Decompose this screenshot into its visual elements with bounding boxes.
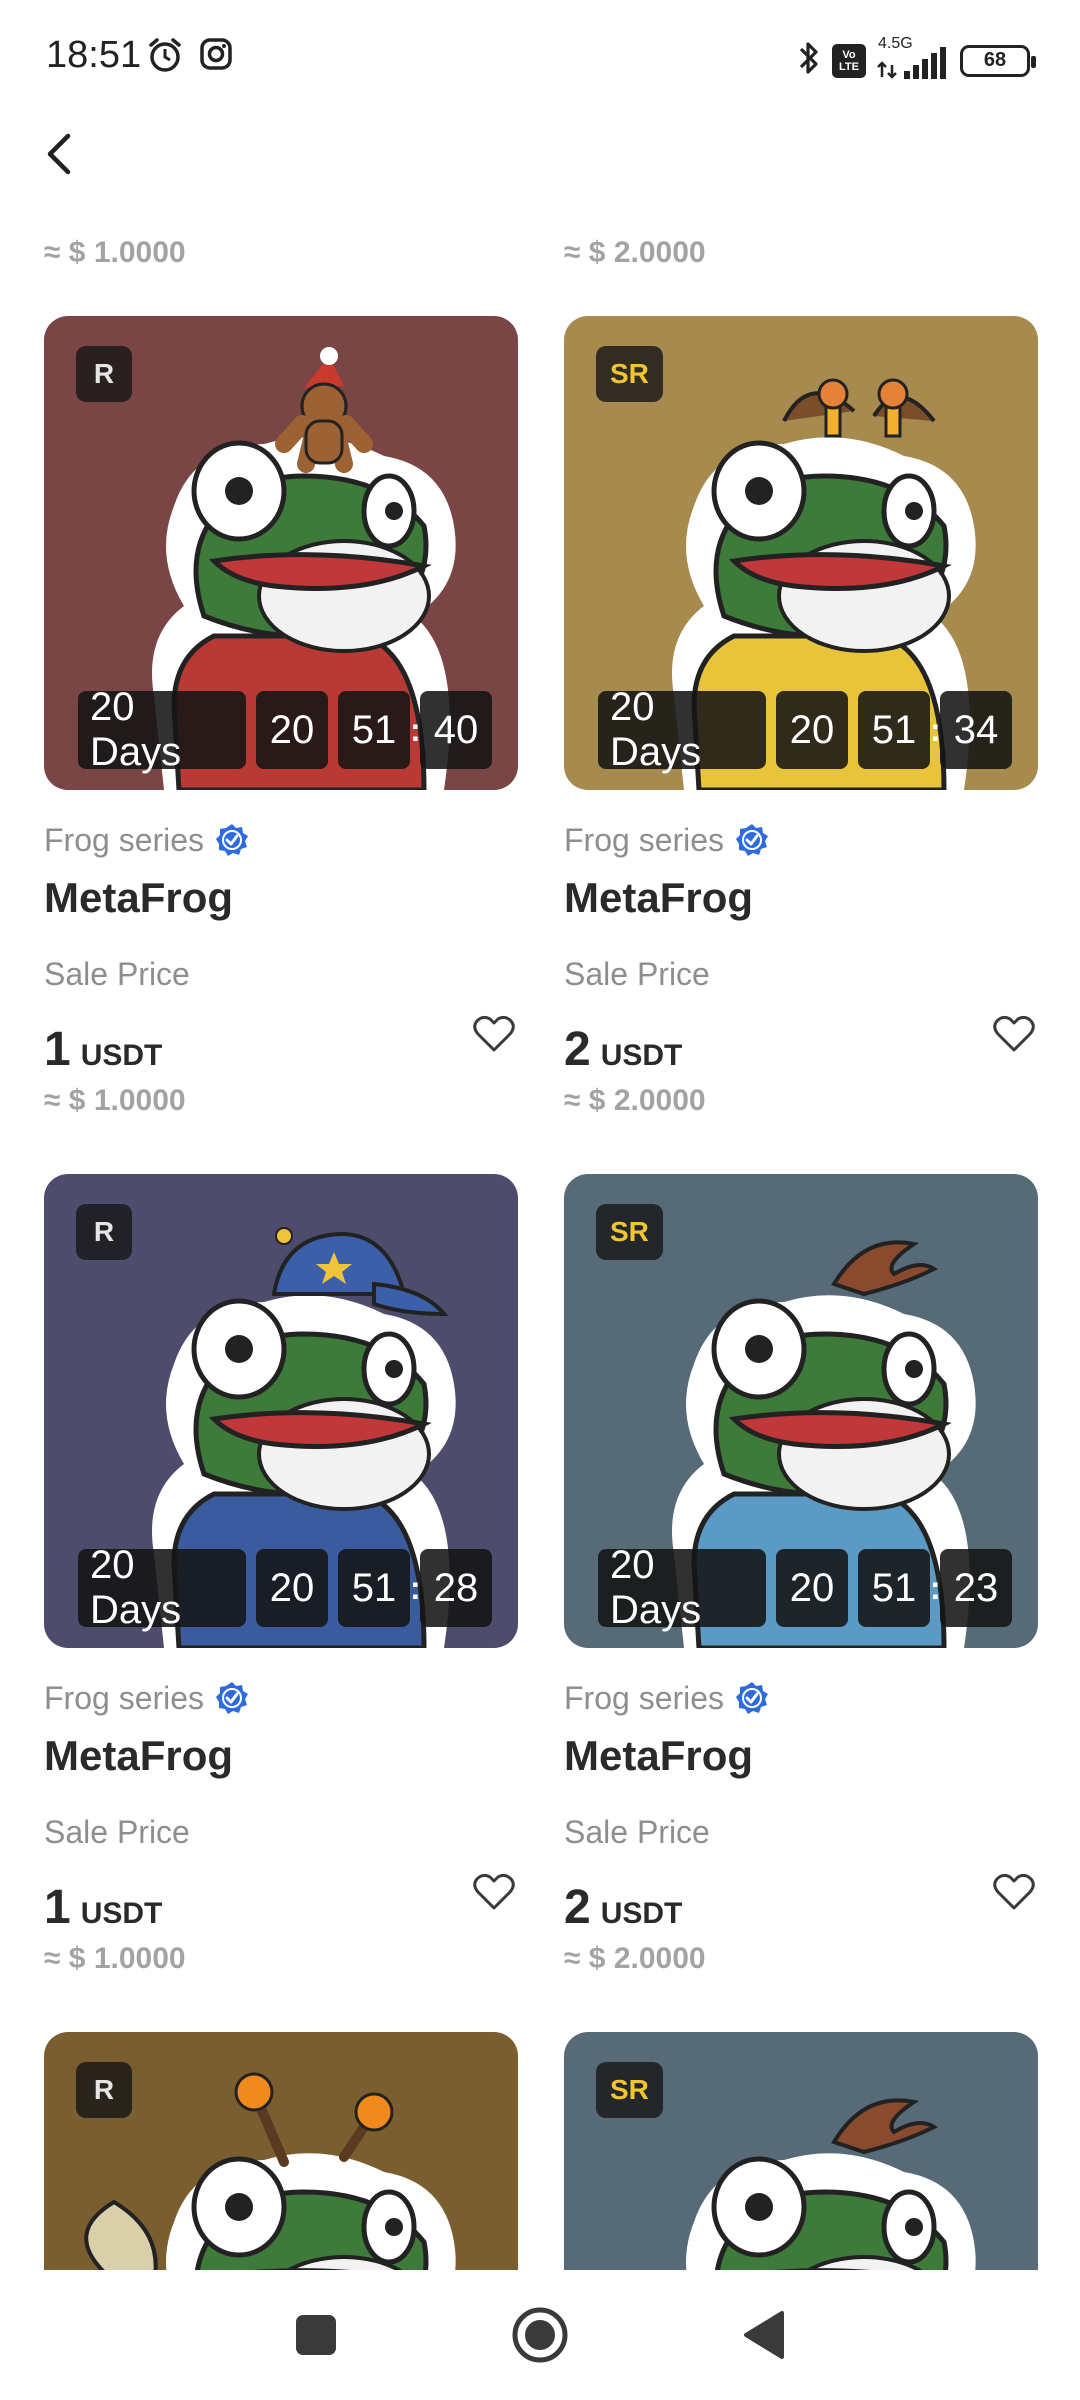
countdown-seconds: 23: [940, 1549, 1012, 1627]
series-label: Frog series: [564, 1679, 725, 1716]
usd-approx: ≈ $ 1.0000: [44, 1942, 186, 1975]
verified-badge-icon: [736, 824, 769, 856]
series-row: Frog series: [564, 820, 1038, 860]
product-card[interactable]: SR 20 Days 20 51 : 23 Frog series MetaFr…: [564, 1174, 1038, 1982]
triangle-back-icon: [744, 2311, 784, 2359]
series-label: Frog series: [44, 1679, 205, 1716]
countdown-days: 20 Days: [78, 1543, 246, 1632]
countdown-days: 20 Days: [78, 685, 246, 774]
product-card[interactable]: R 20 Days 20 51 : 40 Frog series MetaFro…: [44, 316, 518, 1124]
square-icon: [296, 2315, 336, 2355]
price-value: 2: [564, 1881, 591, 1934]
favorite-button[interactable]: [990, 1868, 1038, 1916]
rarity-badge: R: [76, 2062, 132, 2118]
product-card[interactable]: R: [44, 2032, 518, 2270]
product-image[interactable]: SR: [564, 2032, 1038, 2270]
rarity-badge: R: [76, 346, 132, 402]
countdown-days: 20 Days: [598, 1543, 766, 1632]
countdown-minutes: 51: [338, 691, 410, 769]
verified-badge-icon: [736, 1682, 769, 1714]
series-label: Frog series: [564, 821, 725, 858]
favorite-button[interactable]: [470, 1868, 518, 1916]
rarity-badge: SR: [596, 346, 663, 402]
colon-separator: :: [930, 1569, 941, 1606]
countdown-minutes: 51: [858, 1549, 930, 1627]
product-title: MetaFrog: [564, 1732, 753, 1779]
heart-icon: [473, 1873, 515, 1910]
countdown-seconds: 40: [420, 691, 492, 769]
sale-price-label: Sale Price: [564, 1814, 710, 1850]
price-row: 1 USDT: [44, 1015, 518, 1078]
product-image[interactable]: SR 20 Days 20 51 : 23: [564, 1174, 1038, 1648]
countdown-hours: 20: [256, 1549, 328, 1627]
circle-home-icon: [512, 2307, 568, 2363]
countdown-days: 20 Days: [598, 685, 766, 774]
price-value: 1: [44, 1023, 71, 1076]
price-row: 2 USDT: [564, 1015, 1038, 1078]
price-value: 1: [44, 1881, 71, 1934]
heart-icon: [473, 1015, 515, 1052]
colon-separator: :: [930, 711, 941, 748]
heart-icon: [993, 1873, 1035, 1910]
rarity-badge: SR: [596, 2062, 663, 2118]
countdown-minutes: 51: [858, 691, 930, 769]
heart-icon: [993, 1015, 1035, 1052]
favorite-button[interactable]: [990, 1010, 1038, 1058]
colon-separator: :: [410, 1569, 421, 1606]
usd-approx: ≈ $ 1.0000: [44, 1084, 186, 1117]
usd-approx: ≈ $ 2.0000: [564, 1084, 706, 1117]
usd-approx: ≈ $ 2.0000: [564, 1942, 706, 1975]
series-row: Frog series: [44, 820, 518, 860]
home-button[interactable]: [508, 2303, 572, 2367]
countdown-timer: 20 Days 20 51 : 23: [598, 1543, 1012, 1632]
usd-approx: ≈ $ 1.0000: [44, 236, 186, 269]
favorite-button[interactable]: [470, 1010, 518, 1058]
product-card[interactable]: R 20 Days 20 51 : 28 Frog series MetaFro…: [44, 1174, 518, 1982]
countdown-seconds: 34: [940, 691, 1012, 769]
product-image[interactable]: R 20 Days 20 51 : 28: [44, 1174, 518, 1648]
product-image[interactable]: SR 20 Days 20 51 : 34: [564, 316, 1038, 790]
countdown-timer: 20 Days 20 51 : 34: [598, 685, 1012, 774]
series-row: Frog series: [44, 1678, 518, 1718]
countdown-timer: 20 Days 20 51 : 28: [78, 1543, 492, 1632]
product-card[interactable]: SR 20 Days 20 51 : 34 Frog series MetaFr…: [564, 316, 1038, 1124]
series-label: Frog series: [44, 821, 205, 858]
countdown-minutes: 51: [338, 1549, 410, 1627]
rarity-badge: R: [76, 1204, 132, 1260]
usd-approx: ≈ $ 2.0000: [564, 236, 706, 269]
product-title: MetaFrog: [564, 874, 753, 921]
countdown-hours: 20: [776, 691, 848, 769]
system-nav-bar: [0, 2270, 1080, 2400]
series-row: Frog series: [564, 1678, 1038, 1718]
price-value: 2: [564, 1023, 591, 1076]
rarity-badge: SR: [596, 1204, 663, 1260]
recents-button[interactable]: [284, 2303, 348, 2367]
product-image[interactable]: R 20 Days 20 51 : 40: [44, 316, 518, 790]
countdown-timer: 20 Days 20 51 : 40: [78, 685, 492, 774]
price-unit: USDT: [600, 1039, 683, 1072]
product-image[interactable]: R: [44, 2032, 518, 2270]
product-title: MetaFrog: [44, 1732, 233, 1779]
product-card[interactable]: SR: [564, 2032, 1038, 2270]
verified-badge-icon: [216, 1682, 249, 1714]
colon-separator: :: [410, 711, 421, 748]
price-unit: USDT: [80, 1897, 163, 1930]
price-unit: USDT: [80, 1039, 163, 1072]
back-nav-button[interactable]: [732, 2303, 796, 2367]
product-title: MetaFrog: [44, 874, 233, 921]
countdown-seconds: 28: [420, 1549, 492, 1627]
countdown-hours: 20: [776, 1549, 848, 1627]
price-row: 1 USDT: [44, 1873, 518, 1936]
price-unit: USDT: [600, 1897, 683, 1930]
verified-badge-icon: [216, 824, 249, 856]
sale-price-label: Sale Price: [44, 1814, 190, 1850]
sale-price-label: Sale Price: [564, 956, 710, 992]
sale-price-label: Sale Price: [44, 956, 190, 992]
product-grid: ≈ $ 1.0000 ≈ $ 2.0000 R 20 Days 20 51: …: [0, 0, 1080, 2270]
price-row: 2 USDT: [564, 1873, 1038, 1936]
countdown-hours: 20: [256, 691, 328, 769]
